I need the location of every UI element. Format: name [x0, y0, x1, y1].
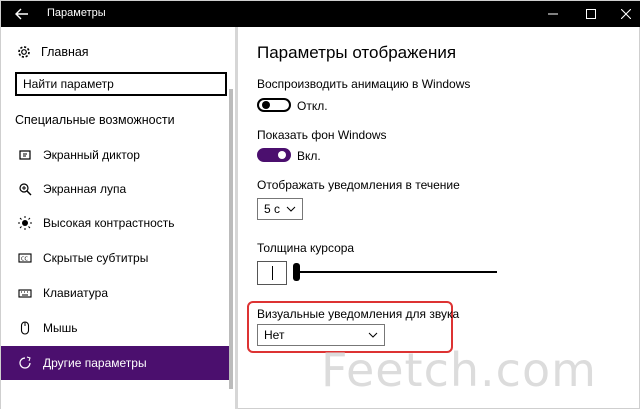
sidebar-item-label: Мышь [43, 321, 78, 335]
background-toggle[interactable] [257, 148, 291, 162]
sidebar-scrollbar[interactable] [229, 89, 233, 389]
sidebar-item-captions[interactable]: CC Скрытые субтитры [1, 241, 231, 275]
title-bar: Параметры [1, 1, 640, 27]
sidebar-item-label: Скрытые субтитры [43, 251, 149, 265]
main-content: Параметры отображения Воспроизводить ани… [241, 27, 640, 409]
back-button[interactable] [1, 1, 43, 27]
other-options-icon [17, 355, 33, 371]
search-input[interactable]: Найти параметр [15, 72, 227, 96]
notifications-duration-label: Отображать уведомления в течение [257, 178, 460, 192]
sidebar-item-other-options[interactable]: Другие параметры [1, 346, 231, 380]
watermark-text: Feetch.com [321, 343, 597, 397]
keyboard-icon [17, 285, 33, 301]
cursor-thickness-label: Толщина курсора [257, 241, 355, 255]
cursor-preview [257, 261, 287, 285]
contrast-icon [17, 215, 33, 231]
sidebar-item-label: Экранный диктор [43, 148, 140, 162]
mouse-icon [17, 320, 33, 336]
maximize-icon [586, 9, 596, 19]
dropdown-value: 5 с [264, 202, 281, 216]
sidebar-home-label: Главная [41, 45, 89, 59]
sidebar-item-label: Экранная лупа [43, 182, 127, 196]
narrator-icon [17, 147, 33, 163]
notifications-duration-dropdown[interactable]: 5 с [257, 198, 303, 220]
chevron-down-icon [368, 332, 378, 338]
cursor-thickness-slider-thumb[interactable] [293, 263, 300, 281]
cursor-preview-bar [271, 266, 273, 280]
back-arrow-icon [15, 8, 28, 20]
search-placeholder: Найти параметр [23, 77, 114, 91]
background-toggle-state: Вкл. [297, 149, 321, 163]
dropdown-value: Нет [264, 328, 285, 342]
minimize-icon [548, 13, 558, 15]
sidebar: Главная Найти параметр Специальные возмо… [1, 27, 238, 409]
svg-text:CC: CC [21, 257, 28, 263]
close-icon [621, 9, 631, 19]
sidebar-section-title: Специальные возможности [15, 113, 175, 127]
captions-icon: CC [17, 250, 33, 266]
settings-window: Параметры Главная Найти параметр Специал… [0, 0, 640, 409]
cursor-thickness-slider-track[interactable] [297, 271, 497, 273]
animation-toggle-state: Откл. [297, 99, 328, 113]
page-title: Параметры отображения [257, 43, 457, 62]
visual-notifications-label: Визуальные уведомления для звука [257, 307, 460, 321]
background-label: Показать фон Windows [257, 128, 387, 142]
magnifier-icon [17, 181, 33, 197]
toggle-knob [262, 101, 270, 109]
animation-label: Воспроизводить анимацию в Windows [257, 77, 471, 91]
sidebar-item-label: Клавиатура [43, 286, 108, 300]
animation-toggle[interactable] [257, 98, 291, 112]
chevron-down-icon [286, 206, 296, 212]
window-title: Параметры [47, 7, 106, 19]
gear-icon [15, 43, 33, 61]
sidebar-item-keyboard[interactable]: Клавиатура [1, 276, 231, 310]
sidebar-item-label: Высокая контрастность [43, 216, 175, 230]
toggle-knob [278, 151, 286, 159]
sidebar-home[interactable]: Главная [15, 43, 89, 61]
sidebar-item-mouse[interactable]: Мышь [1, 311, 231, 345]
sidebar-item-contrast[interactable]: Высокая контрастность [1, 206, 231, 240]
close-button[interactable] [604, 1, 640, 27]
sidebar-item-narrator[interactable]: Экранный диктор [1, 138, 231, 172]
sidebar-item-magnifier[interactable]: Экранная лупа [1, 172, 231, 206]
sidebar-item-label: Другие параметры [43, 356, 147, 370]
